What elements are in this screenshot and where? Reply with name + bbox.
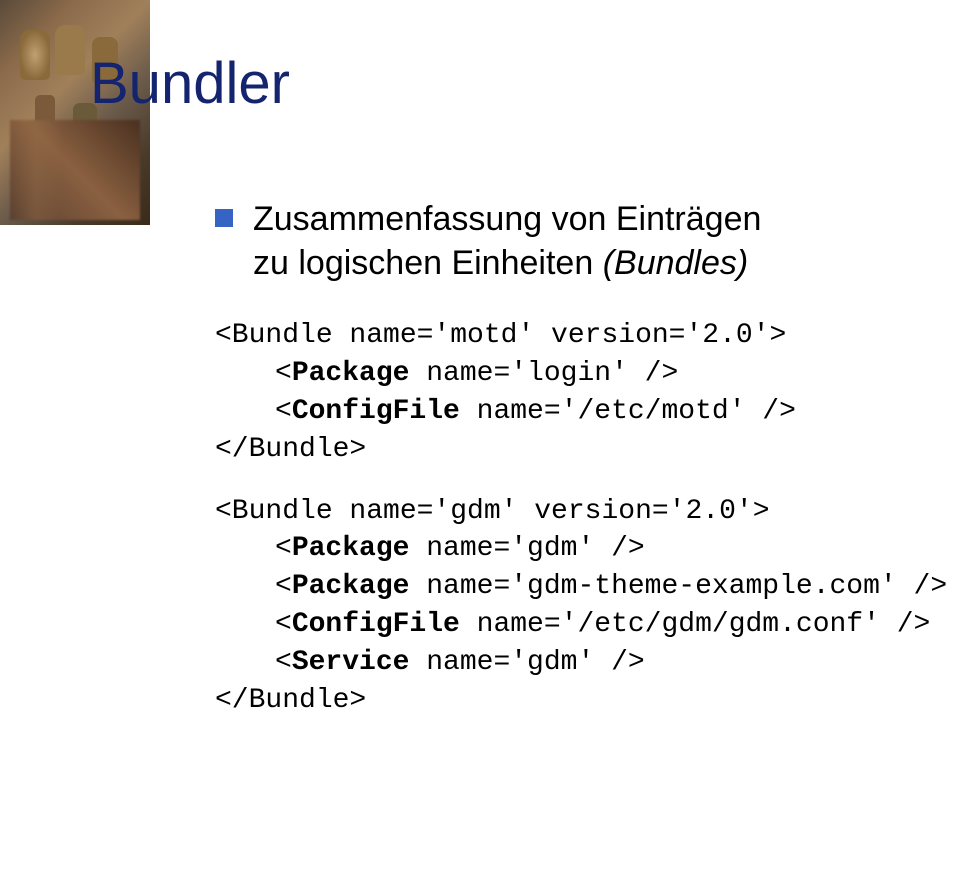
slide-body: Zusammenfassung von Einträgen zu logisch… — [215, 197, 959, 719]
code2-l3: <Package name='gdm-theme-example.com' /> — [215, 571, 947, 602]
summary-text: Zusammenfassung von Einträgen zu logisch… — [253, 197, 761, 285]
code-block-2: <Bundle name='gdm' version='2.0'> <Packa… — [215, 493, 959, 720]
bullet-item: Zusammenfassung von Einträgen zu logisch… — [215, 197, 959, 285]
code1-l3: <ConfigFile name='/etc/motd' /> — [215, 396, 796, 427]
slide-title: Bundler — [90, 50, 959, 117]
slide-content: Bundler Zusammenfassung von Einträgen zu… — [70, 0, 959, 719]
code-block-1: <Bundle name='motd' version='2.0'> <Pack… — [215, 317, 959, 468]
bullet-square-icon — [215, 209, 233, 227]
code1-l2: <Package name='login' /> — [215, 358, 678, 389]
code1-l1: <Bundle name='motd' version='2.0'> — [215, 320, 786, 351]
code2-l6: </Bundle> — [215, 685, 366, 716]
summary-line2-italic: (Bundles) — [603, 244, 749, 282]
code2-l4: <ConfigFile name='/etc/gdm/gdm.conf' /> — [215, 609, 930, 640]
summary-line2-pre: zu logischen Einheiten — [253, 244, 603, 282]
summary-line1: Zusammenfassung von Einträgen — [253, 200, 761, 238]
code2-l5: <Service name='gdm' /> — [215, 647, 645, 678]
code1-l4: </Bundle> — [215, 434, 366, 465]
code2-l1: <Bundle name='gdm' version='2.0'> — [215, 496, 770, 527]
code2-l2: <Package name='gdm' /> — [215, 533, 645, 564]
